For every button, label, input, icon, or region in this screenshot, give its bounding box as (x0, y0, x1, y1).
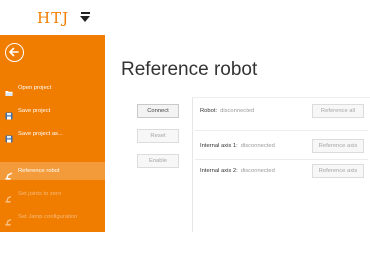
internal-axis-1-status: disconnected (240, 143, 275, 149)
robot-status-row: Robot: disconnected (200, 108, 254, 114)
save-icon (5, 107, 13, 120)
sidebar-item-open-project[interactable]: Open project (0, 79, 105, 97)
back-arrow-icon[interactable] (5, 43, 24, 62)
internal-axis-2-label: Internal axis 2: (200, 168, 238, 174)
sidebar-item-save-project-as[interactable]: Save project as... (0, 125, 105, 143)
sidebar: Open project Save project Save project a… (0, 35, 105, 232)
internal-axis-1-label: Internal axis 1: (200, 143, 238, 149)
sidebar-item-label: Reference robot (18, 168, 60, 174)
reference-all-button[interactable]: Reference all (312, 104, 364, 118)
footer-area (0, 232, 370, 259)
robot-label: Robot: (200, 108, 218, 114)
internal-axis-2-row: Internal axis 2: disconnected (200, 168, 275, 174)
page-title: Reference robot (121, 59, 258, 80)
dropdown-arrow-icon[interactable] (80, 12, 92, 23)
sidebar-item-label: Set joints to zero (18, 191, 62, 197)
internal-axis-2-status: disconnected (240, 168, 275, 174)
sidebar-item-label: Save project (18, 108, 51, 114)
reference-axis-2-button[interactable]: Reference axis (312, 164, 364, 178)
sidebar-item-save-project[interactable]: Save project (0, 102, 105, 120)
robot-status: disconnected (220, 108, 255, 114)
reset-button[interactable]: Reset (137, 129, 179, 143)
main-content: Reference robot Connect Reset Enable Rob… (105, 35, 370, 232)
app-logo: HTJ (37, 9, 70, 27)
divider (195, 159, 368, 160)
sidebar-item-reference-robot[interactable]: Reference robot (0, 162, 105, 180)
enable-button[interactable]: Enable (137, 154, 179, 168)
joints-icon (5, 190, 13, 203)
internal-axis-1-row: Internal axis 1: disconnected (200, 143, 275, 149)
sidebar-item-label: Save project as... (18, 131, 63, 137)
connect-button[interactable]: Connect (137, 104, 179, 118)
open-folder-icon (5, 84, 13, 96)
top-bar: HTJ (0, 0, 370, 35)
divider (195, 130, 368, 131)
sidebar-item-label: Open project (18, 85, 52, 91)
sidebar-item-label: Set Jamp configuration (18, 214, 78, 220)
robot-arm-icon (5, 167, 13, 180)
configuration-icon (5, 213, 13, 226)
reference-axis-1-button[interactable]: Reference axis (312, 139, 364, 153)
sidebar-item-set-joints-to-zero[interactable]: Set joints to zero (0, 185, 105, 203)
sidebar-item-set-jamp-configuration[interactable]: Set Jamp configuration (0, 208, 105, 226)
save-as-icon (5, 130, 13, 143)
